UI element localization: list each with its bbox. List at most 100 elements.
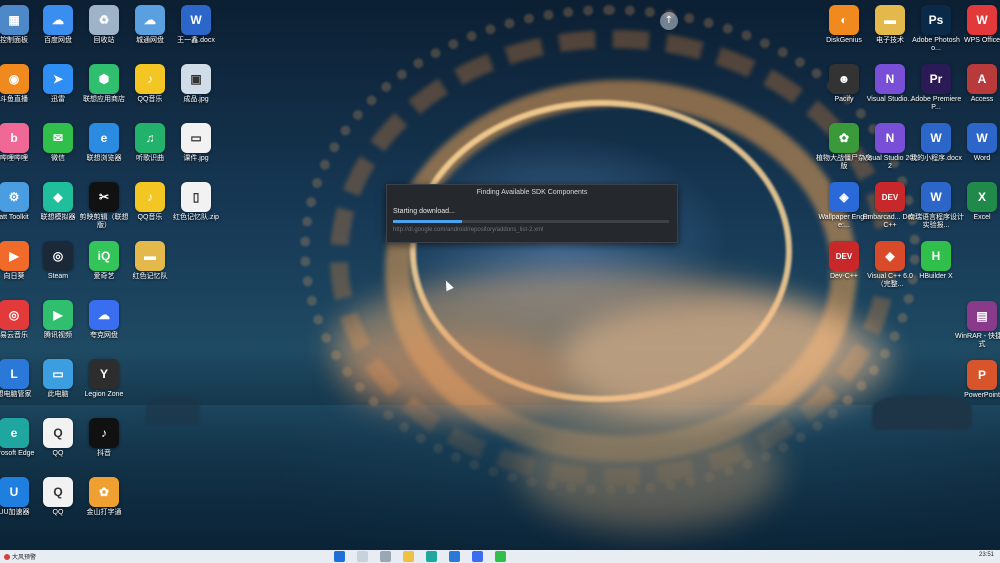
desktop-icon-label: 王一鑫.docx: [177, 37, 215, 44]
task-view-icon[interactable]: [380, 551, 391, 562]
app-icon: ♫: [135, 123, 165, 153]
app-icon: ▶: [0, 241, 29, 271]
desktop-icon[interactable]: X Excel: [954, 179, 1000, 235]
desktop-icon[interactable]: P PowerPoint: [954, 357, 1000, 413]
app-icon: ➤: [43, 64, 73, 94]
app-icon: ▶: [43, 300, 73, 330]
app-icon: Ps: [921, 5, 951, 35]
desktop-icon-label: Legion Zone: [84, 391, 124, 398]
app-icon: ◈: [829, 182, 859, 212]
app-icon: ◎: [43, 241, 73, 271]
app-icon: Pr: [921, 64, 951, 94]
taskbar-apps: [334, 551, 506, 562]
app-icon: N: [875, 123, 905, 153]
desktop-icon[interactable]: W Word: [954, 120, 1000, 176]
taskbar: 大风预警 23:51: [0, 550, 1000, 563]
app-icon: W: [921, 182, 951, 212]
app-icon: ☁: [135, 5, 165, 35]
app-icon: ▤: [967, 301, 997, 331]
desktop-icon[interactable]: H HBuilder X: [908, 238, 964, 294]
wallpaper-sea: [0, 405, 1000, 555]
app-icon: L: [0, 359, 29, 389]
desktop-icon-label: Access: [970, 96, 994, 103]
app-icon: ✉: [43, 123, 73, 153]
info-icon[interactable]: ↑: [660, 12, 678, 30]
app-icon: DEV: [875, 182, 905, 212]
app-icon: W: [967, 5, 997, 35]
app-icon: ✿: [829, 123, 859, 153]
taskbar-app-icon[interactable]: [472, 551, 483, 562]
weather-label: 大风预警: [12, 555, 37, 561]
app-icon: iQ: [89, 241, 119, 271]
desktop-icon-label: 课件.jpg: [183, 155, 209, 162]
desktop-icon-label: 红色记忆队.zip: [173, 214, 219, 221]
app-icon: e: [89, 123, 119, 153]
desktop-icon[interactable]: ☁ 夸克网盘: [76, 297, 132, 353]
desktop-icon-label: WPS Office: [963, 37, 1000, 44]
desktop-icon[interactable]: ▬ 红色记忆队: [122, 238, 178, 294]
desktop-icon[interactable]: Y Legion Zone: [76, 356, 132, 412]
desktop-icon[interactable]: W 王一鑫.docx: [168, 2, 224, 58]
app-icon: ☁: [89, 300, 119, 330]
app-icon: ▬: [135, 241, 165, 271]
desktop-icon[interactable]: A Access: [954, 61, 1000, 117]
taskbar-clock[interactable]: 23:51: [979, 552, 994, 558]
app-icon: ✂: [89, 182, 119, 212]
wallpaper-cloud: [340, 330, 570, 420]
app-icon: ♪: [89, 418, 119, 448]
app-icon: ▦: [0, 5, 29, 35]
desktop-icon[interactable]: W WPS Office: [954, 2, 1000, 58]
app-icon: P: [967, 360, 997, 390]
download-status: Starting download...: [393, 208, 455, 215]
file-explorer-icon[interactable]: [403, 551, 414, 562]
app-icon: Q: [43, 477, 73, 507]
android-studio-icon[interactable]: [495, 551, 506, 562]
app-icon: ☻: [829, 64, 859, 94]
app-icon: ▭: [43, 359, 73, 389]
app-icon: ⬢: [89, 64, 119, 94]
desktop-icon[interactable]: ▣ 成品.jpg: [168, 61, 224, 117]
app-icon: N: [875, 64, 905, 94]
desktop-icon[interactable]: ▭ 课件.jpg: [168, 120, 224, 176]
app-icon: ◆: [875, 241, 905, 271]
desktop-icon[interactable]: ▯ 红色记忆队.zip: [168, 179, 224, 235]
download-progress-bar: [393, 220, 669, 223]
desktop-icon-label: 夸克网盘: [90, 332, 118, 339]
app-icon: Q: [43, 418, 73, 448]
desktop-icon-label: Excel: [973, 214, 991, 221]
app-icon: X: [967, 182, 997, 212]
desktop-icon[interactable]: ▤ WinRAR - 快捷方式: [954, 298, 1000, 354]
app-icon: e: [0, 418, 29, 448]
search-icon[interactable]: [357, 551, 368, 562]
edge-icon[interactable]: [426, 551, 437, 562]
app-icon: H: [921, 241, 951, 271]
weather-alert-icon: [4, 554, 10, 561]
desktop-icon-label: 金山打字通: [86, 509, 122, 516]
wallpaper-island: [145, 395, 200, 425]
app-icon: b: [0, 123, 29, 153]
app-icon: Y: [89, 359, 119, 389]
app-icon: ☁: [43, 5, 73, 35]
desktop-icon[interactable]: ♪ 抖音: [76, 415, 132, 471]
app-icon: DEV: [829, 241, 859, 271]
store-icon[interactable]: [449, 551, 460, 562]
download-url: http://dl.google.com/android/repository/…: [393, 227, 544, 233]
desktop-icon-label: 成品.jpg: [183, 96, 209, 103]
desktop-icon-label: 红色记忆队: [132, 273, 168, 280]
desktop-icon-label: 抖音: [97, 450, 111, 457]
app-icon: ♪: [135, 182, 165, 212]
desktop-icon[interactable]: ✿ 金山打字通: [76, 474, 132, 530]
app-icon: A: [967, 64, 997, 94]
desktop-icon-label: Word: [973, 155, 991, 162]
app-icon: ◎: [0, 300, 29, 330]
app-icon: ◐: [829, 5, 859, 35]
desktop-icon-label: HBuilder X: [919, 273, 953, 280]
app-icon: ▯: [181, 182, 211, 212]
wallpaper-cloud: [560, 300, 890, 420]
app-icon: W: [921, 123, 951, 153]
app-icon: W: [967, 123, 997, 153]
app-icon: ◆: [43, 182, 73, 212]
start-icon[interactable]: [334, 551, 345, 562]
app-icon: U: [0, 477, 29, 507]
weather-widget[interactable]: 大风预警: [4, 552, 36, 561]
